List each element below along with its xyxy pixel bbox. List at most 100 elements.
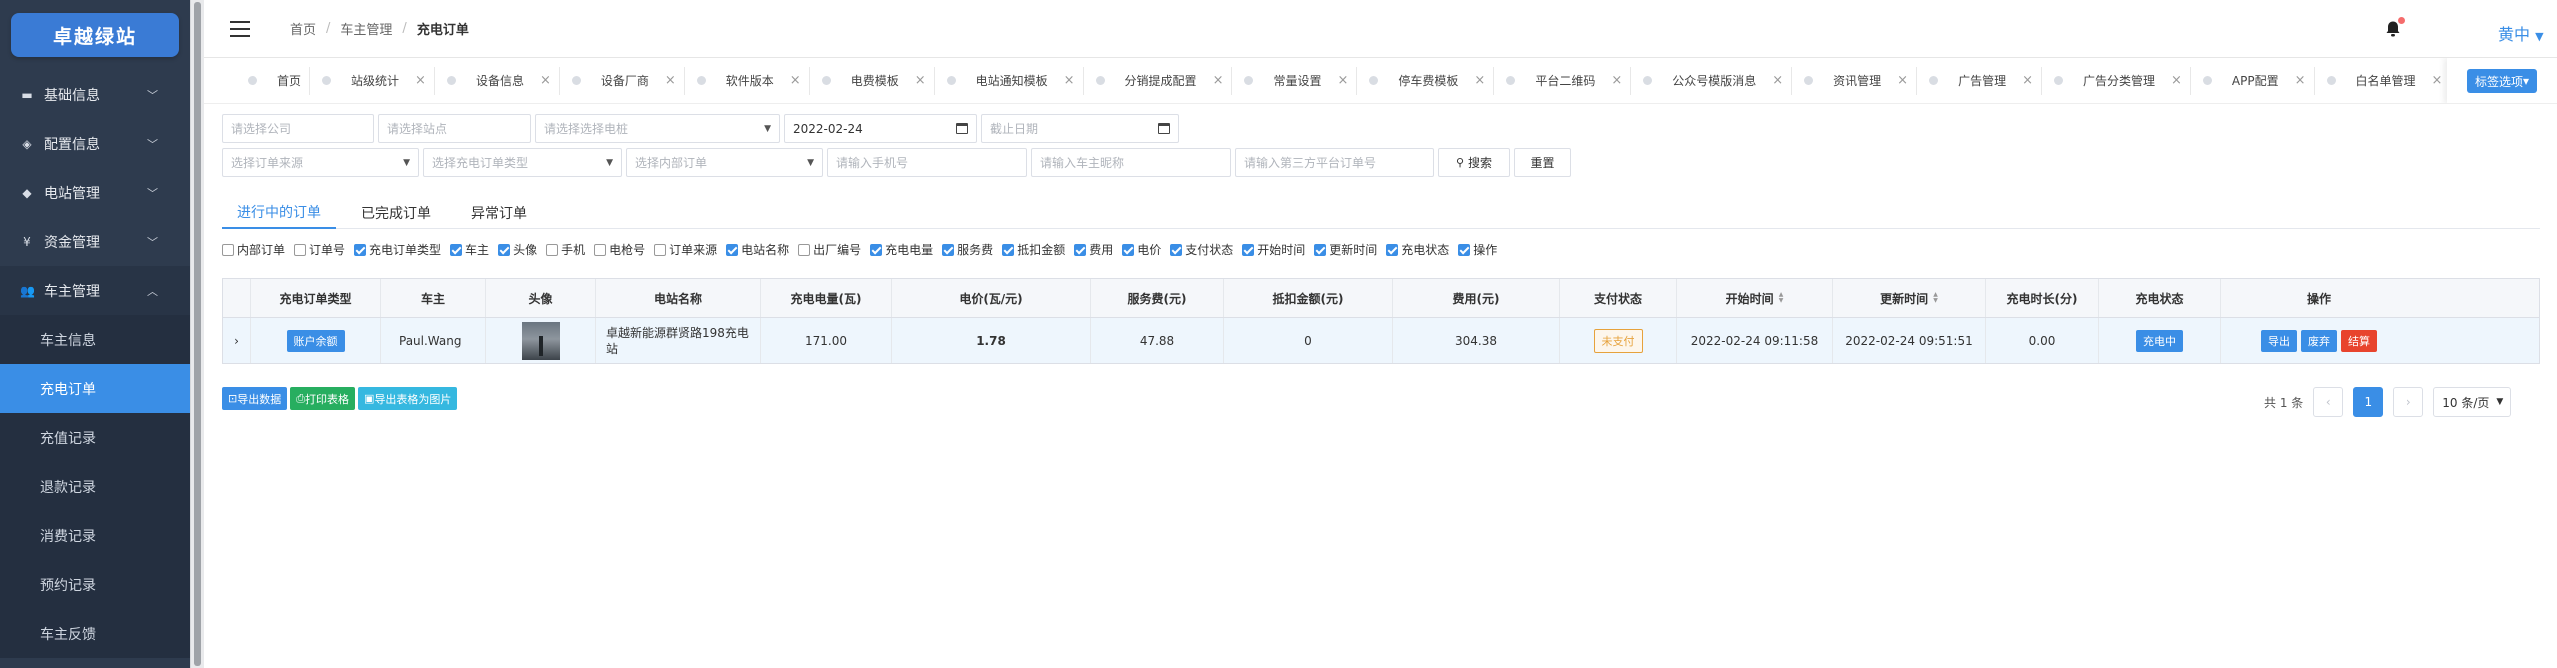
expand-icon[interactable]: › xyxy=(223,318,251,363)
tab-item[interactable]: 白名单管理 × xyxy=(2315,66,2452,95)
column-toggle[interactable]: 充电状态 xyxy=(1386,241,1449,258)
sidebar-item-recharge[interactable]: 充值记录 xyxy=(0,413,190,462)
settle-button[interactable]: 结算 xyxy=(2341,329,2377,352)
tab-item[interactable]: APP配置 × xyxy=(2191,66,2315,95)
tab-item[interactable]: 首页 xyxy=(236,66,311,95)
column-toggle[interactable]: 服务费 xyxy=(942,241,993,258)
close-icon[interactable]: × xyxy=(1337,73,1348,88)
column-toggle[interactable]: 手机 xyxy=(546,241,585,258)
user-menu[interactable]: 黄中 ▼ xyxy=(2498,21,2544,45)
tab-item[interactable]: 分销提成配置 × xyxy=(1084,66,1233,95)
checkbox[interactable] xyxy=(1074,243,1087,256)
discard-button[interactable]: 废弃 xyxy=(2301,329,2337,352)
tab-item[interactable]: 资讯管理 × xyxy=(1792,66,1918,95)
close-icon[interactable]: × xyxy=(1611,73,1622,88)
tab-item[interactable]: 广告分类管理 × xyxy=(2042,66,2191,95)
sidebar-group-config[interactable]: ◈ 配置信息 ﹀ xyxy=(0,119,190,168)
sidebar-item-owner-info[interactable]: 车主信息 xyxy=(0,315,190,364)
close-icon[interactable]: × xyxy=(540,73,551,88)
column-toggle[interactable]: 抵扣金额 xyxy=(1002,241,1065,258)
page-number[interactable]: 1 xyxy=(2353,387,2384,417)
next-page-button[interactable]: › xyxy=(2393,387,2424,417)
column-toggle[interactable]: 车主 xyxy=(450,241,489,258)
close-icon[interactable]: × xyxy=(1064,73,1075,88)
checkbox[interactable] xyxy=(294,243,307,256)
sidebar-item-charge-orders[interactable]: 充电订单 xyxy=(0,364,190,413)
avatar[interactable] xyxy=(521,321,560,360)
checkbox[interactable] xyxy=(1170,243,1183,256)
sort-icon[interactable]: ▲ ▼ xyxy=(1933,292,1938,304)
end-date-input[interactable]: 截止日期 xyxy=(981,114,1179,143)
station-select[interactable]: 请选择站点 xyxy=(378,114,531,143)
breadcrumb-item[interactable]: 首页 xyxy=(290,19,316,38)
checkbox[interactable] xyxy=(1242,243,1255,256)
tab-item[interactable]: 设备信息 × xyxy=(435,66,560,95)
tab-item[interactable]: 常量设置 × xyxy=(1232,66,1358,95)
pile-select[interactable]: 请选择选择电桩 ▼ xyxy=(535,114,780,143)
company-select[interactable]: 请选择公司 xyxy=(222,114,374,143)
checkbox[interactable] xyxy=(450,243,463,256)
checkbox[interactable] xyxy=(654,243,667,256)
sidebar-group-station[interactable]: ◆ 电站管理 ﹀ xyxy=(0,168,190,217)
table-row[interactable]: › 账户余额 Paul.Wang 卓越新能源群贤路198充电站 171.00 1… xyxy=(223,318,2539,363)
page-size-select[interactable]: 10 条/页 ▼ xyxy=(2433,387,2512,417)
tab-item[interactable]: 平台二维码 × xyxy=(1494,66,1632,95)
order-source-select[interactable]: 选择订单来源 ▼ xyxy=(222,148,419,177)
order-type-select[interactable]: 选择充电订单类型 ▼ xyxy=(423,148,622,177)
third-party-order-input[interactable]: 请输入第三方平台订单号 xyxy=(1235,148,1434,177)
sidebar-item-consume[interactable]: 消费记录 xyxy=(0,511,190,560)
column-toggle[interactable]: 订单号 xyxy=(294,241,345,258)
start-date-input[interactable]: 2022-02-24 xyxy=(784,114,977,143)
export-button[interactable]: 导出 xyxy=(2261,329,2297,352)
checkbox[interactable] xyxy=(1002,243,1015,256)
tab-item[interactable]: 公众号模版消息 × xyxy=(1631,66,1793,95)
checkbox[interactable] xyxy=(870,243,883,256)
sidebar-item-feedback[interactable]: 车主反馈 xyxy=(0,609,190,658)
checkbox[interactable] xyxy=(726,243,739,256)
checkbox[interactable] xyxy=(546,243,559,256)
reset-button[interactable]: 重置 xyxy=(1514,148,1571,177)
sort-icon[interactable]: ▲ ▼ xyxy=(1779,292,1784,304)
breadcrumb-item[interactable]: 车主管理 xyxy=(340,19,392,38)
export-data-button[interactable]: ⊡ 导出数据 xyxy=(222,387,288,410)
checkbox[interactable] xyxy=(498,243,511,256)
print-table-button[interactable]: ⎙ 打印表格 xyxy=(290,387,356,410)
prev-page-button[interactable]: ‹ xyxy=(2313,387,2344,417)
close-icon[interactable]: × xyxy=(665,73,676,88)
column-toggle[interactable]: 支付状态 xyxy=(1170,241,1233,258)
close-icon[interactable]: × xyxy=(1474,73,1485,88)
tab-item[interactable]: 停车费模板 × xyxy=(1357,66,1495,95)
column-toggle[interactable]: 头像 xyxy=(498,241,537,258)
tab-item[interactable]: 站级统计 × xyxy=(310,66,435,95)
department-select[interactable]: 选择内部订单 ▼ xyxy=(626,148,823,177)
sidebar-group-fund[interactable]: ¥ 资金管理 ﹀ xyxy=(0,217,190,266)
sidebar-item-reserve[interactable]: 预约记录 xyxy=(0,560,190,609)
close-icon[interactable]: × xyxy=(2432,73,2443,88)
bell-icon[interactable] xyxy=(2384,17,2405,38)
owner-name-input[interactable]: 请输入车主昵称 xyxy=(1031,148,1231,177)
brand-logo[interactable]: 卓越绿站 xyxy=(11,13,179,57)
phone-input[interactable]: 请输入手机号 xyxy=(827,148,1027,177)
column-toggle[interactable]: 内部订单 xyxy=(222,241,285,258)
tab-completed[interactable]: 已完成订单 xyxy=(346,197,446,229)
sidebar-scrollbar[interactable] xyxy=(190,0,204,668)
column-toggle[interactable]: 充电电量 xyxy=(870,241,933,258)
export-image-button[interactable]: ▣ 导出表格为图片 xyxy=(358,387,458,410)
tab-item[interactable]: 软件版本 × xyxy=(685,66,810,95)
tab-item[interactable]: 电费模板 × xyxy=(810,66,935,95)
column-toggle[interactable]: 电站名称 xyxy=(726,241,789,258)
sidebar-group-basic[interactable]: ▬ 基础信息 ﹀ xyxy=(0,70,190,119)
checkbox[interactable] xyxy=(1458,243,1471,256)
column-toggle[interactable]: 充电订单类型 xyxy=(354,241,441,258)
tab-item[interactable]: 设备厂商 × xyxy=(560,66,685,95)
checkbox[interactable] xyxy=(222,243,234,256)
tab-abnormal[interactable]: 异常订单 xyxy=(456,197,542,229)
column-toggle[interactable]: 费用 xyxy=(1074,241,1113,258)
checkbox[interactable] xyxy=(594,243,607,256)
close-icon[interactable]: × xyxy=(915,73,926,88)
search-button[interactable]: ⚲ 搜索 xyxy=(1438,148,1510,177)
close-icon[interactable]: × xyxy=(1213,73,1224,88)
column-toggle[interactable]: 出厂编号 xyxy=(798,241,861,258)
column-toggle[interactable]: 开始时间 xyxy=(1242,241,1305,258)
column-header[interactable]: 开始时间 ▲ ▼ xyxy=(1677,279,1833,317)
